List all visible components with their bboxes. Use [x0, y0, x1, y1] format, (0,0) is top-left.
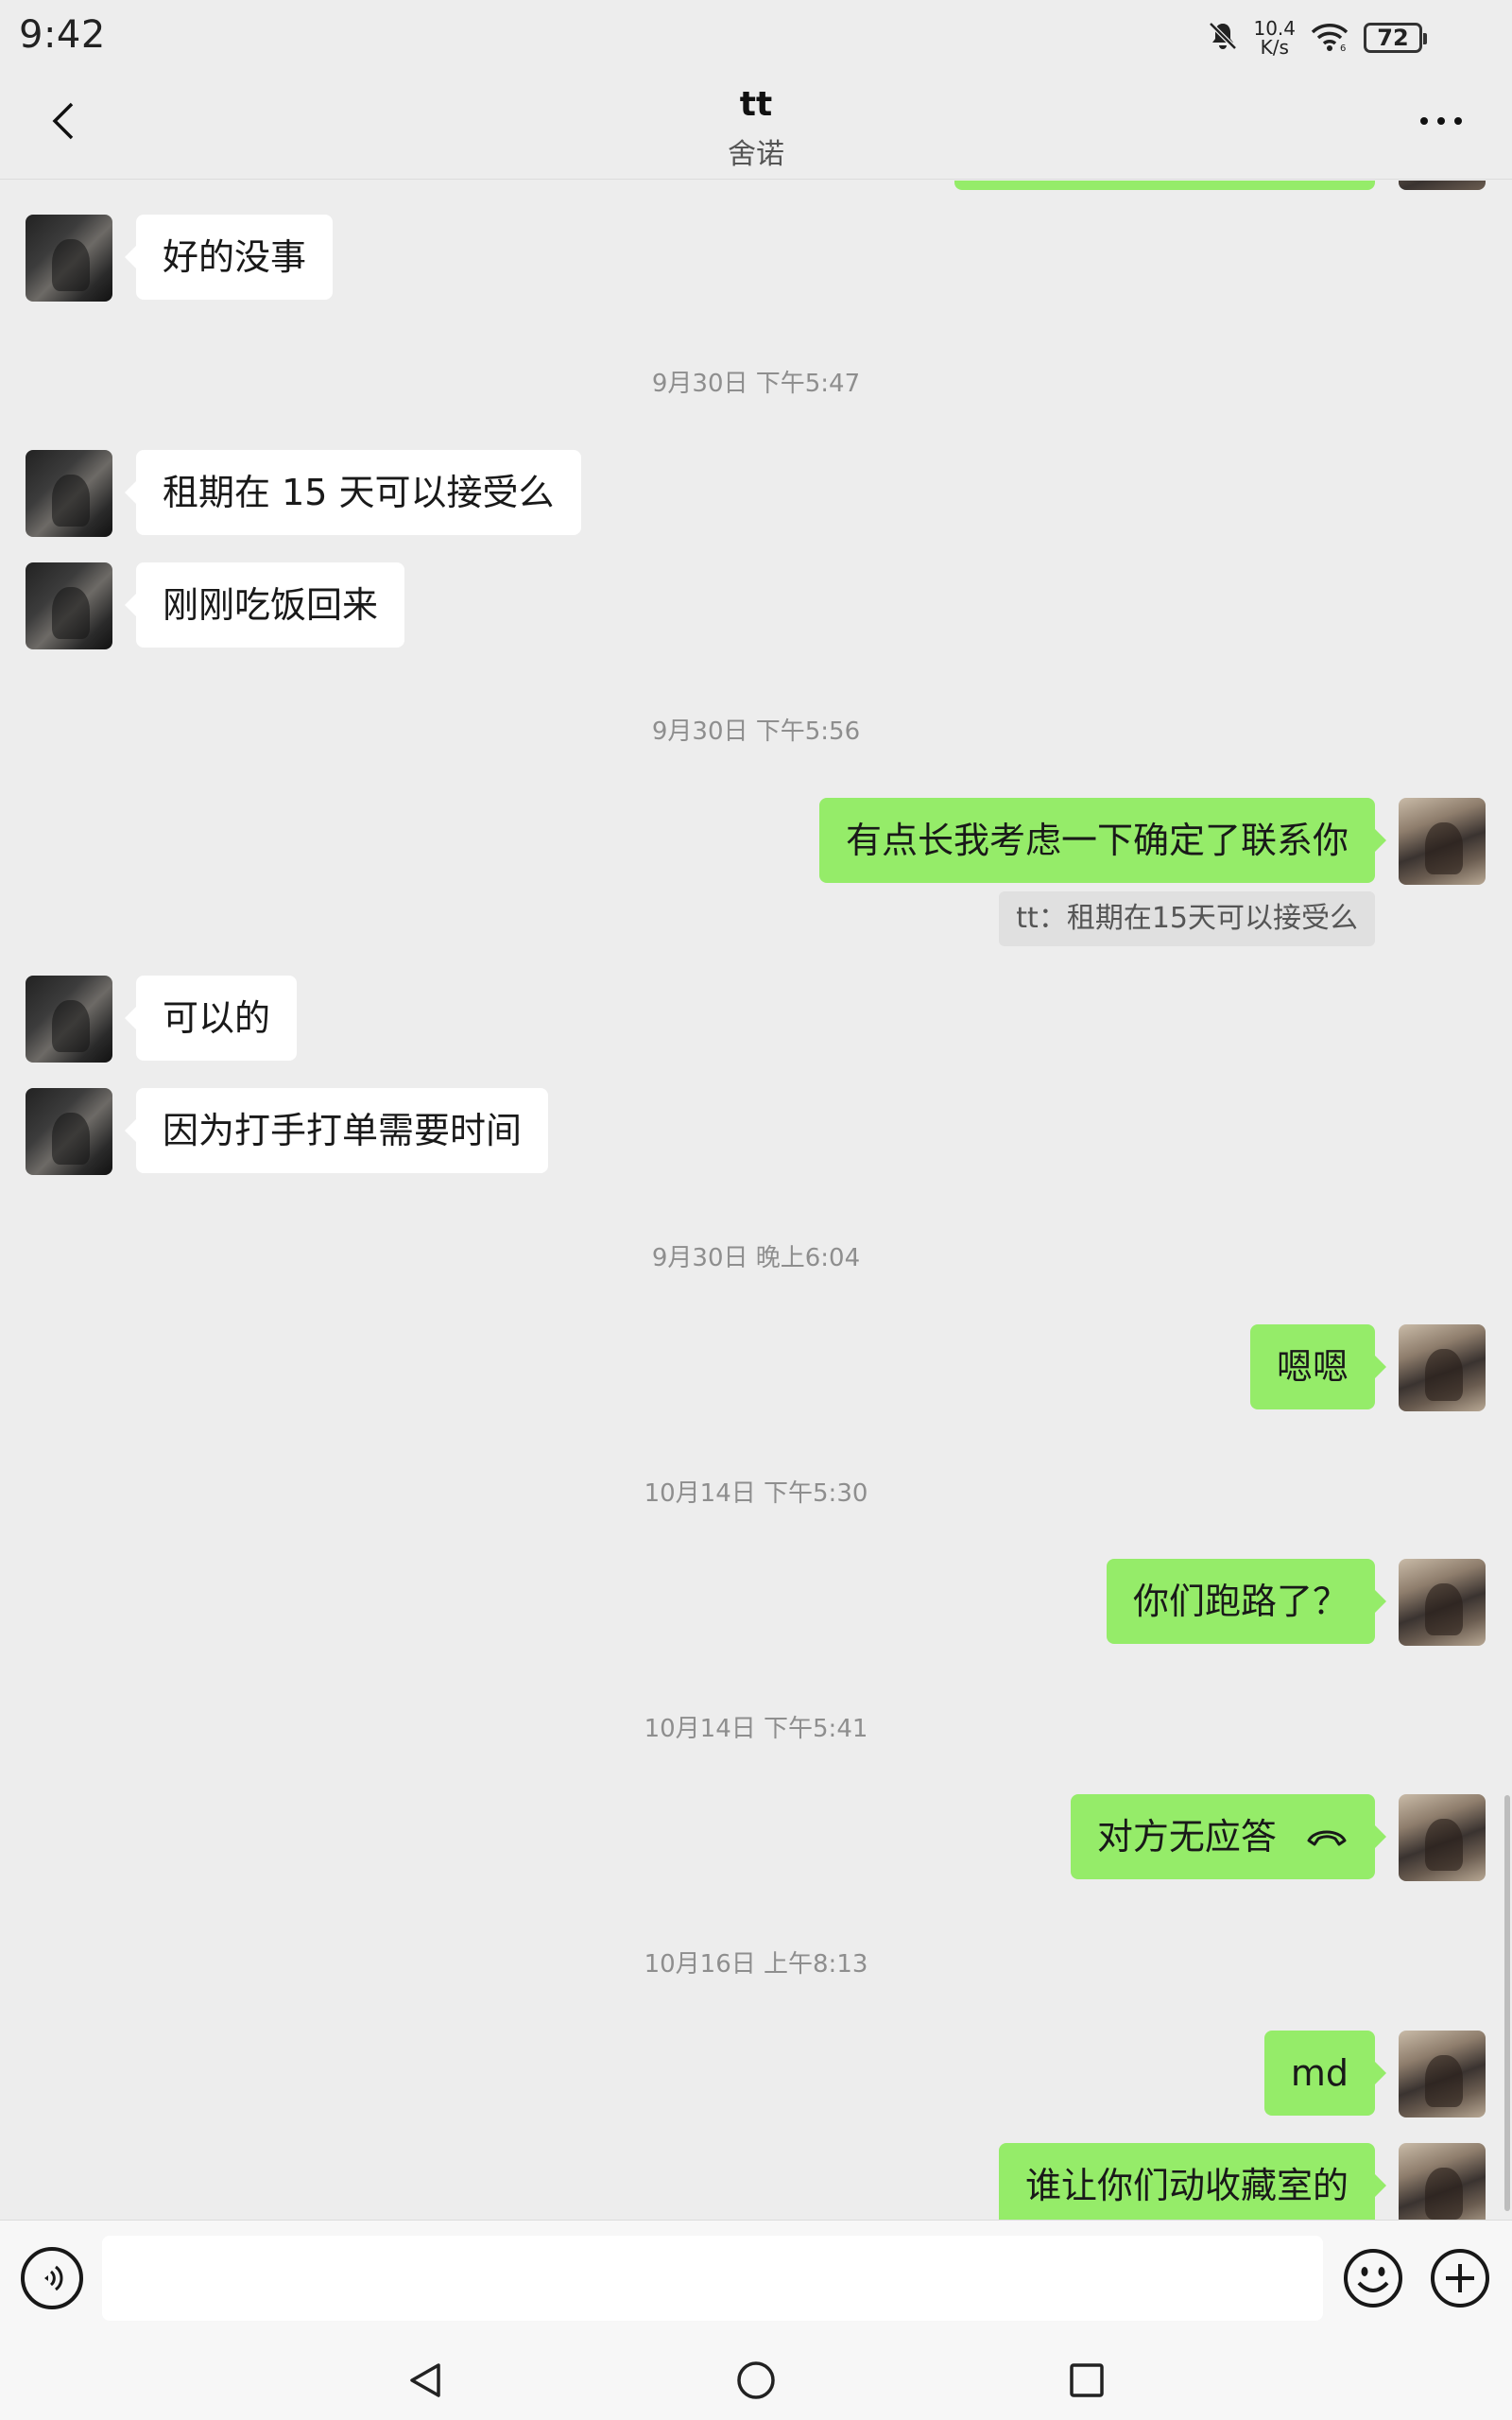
- chat-subtitle: 舍诺: [728, 138, 784, 171]
- input-bar: [0, 2220, 1512, 2339]
- nav-recents-icon: [1070, 2363, 1104, 2397]
- call-record-text: 对方无应答: [1096, 1816, 1277, 1858]
- call-record-bubble[interactable]: 对方无应答: [1070, 1794, 1387, 1879]
- avatar-self[interactable]: [1399, 2031, 1486, 2118]
- avatar-peer[interactable]: [26, 215, 112, 302]
- net-speed-value: 10.4: [1253, 17, 1296, 40]
- quoted-message[interactable]: tt：租期在15天可以接受么: [999, 891, 1375, 946]
- chat-title: tt: [739, 85, 773, 124]
- avatar-peer[interactable]: [26, 562, 112, 649]
- message-bubble[interactable]: 你们跑路了？: [1106, 1559, 1387, 1644]
- avatar-self[interactable]: [1399, 1794, 1486, 1881]
- avatar-self[interactable]: [1399, 798, 1486, 885]
- nav-recents-button[interactable]: [1058, 2352, 1115, 2409]
- chat-screen: 9:42 10.4 K/s 6 72 tt 舍诺 好的没事 9月30日 下午5:…: [0, 0, 1512, 2420]
- timestamp: 10月14日 下午5:41: [644, 1715, 868, 1743]
- message-list[interactable]: 好的没事 9月30日 下午5:47 租期在 15 天可以接受么 刚刚吃饭回来 9…: [0, 181, 1512, 2220]
- emoji-icon: [1344, 2249, 1402, 2308]
- timestamp: 9月30日 下午5:47: [651, 370, 861, 398]
- message-bubble[interactable]: 刚刚吃饭回来: [124, 562, 405, 648]
- hangup-phone-icon: [1307, 1830, 1347, 1845]
- system-nav-bar: [0, 2339, 1512, 2420]
- more-dots-icon: [1420, 117, 1462, 125]
- svg-text:6: 6: [1340, 43, 1346, 53]
- message-bubble[interactable]: 好的没事: [124, 215, 334, 300]
- net-speed: 10.4 K/s: [1253, 19, 1296, 57]
- plus-icon: [1431, 2249, 1489, 2308]
- timestamp: 10月14日 下午5:30: [644, 1479, 868, 1508]
- wifi-icon: 6: [1309, 19, 1350, 57]
- emoji-button[interactable]: [1342, 2247, 1404, 2309]
- message-bubble-partial[interactable]: [954, 181, 1375, 190]
- avatar-peer[interactable]: [26, 1088, 112, 1175]
- nav-home-icon: [737, 2361, 775, 2399]
- avatar-self[interactable]: [1399, 1559, 1486, 1646]
- nav-back-button[interactable]: [397, 2352, 454, 2409]
- message-bubble[interactable]: 可以的: [124, 976, 298, 1061]
- message-bubble[interactable]: 租期在 15 天可以接受么: [125, 450, 581, 535]
- message-input[interactable]: [102, 2236, 1323, 2321]
- mute-bell-icon: [1206, 19, 1240, 57]
- message-bubble[interactable]: md: [1263, 2031, 1387, 2116]
- voice-button[interactable]: [21, 2247, 83, 2309]
- more-button[interactable]: [1408, 95, 1474, 147]
- battery-icon: 72: [1364, 23, 1427, 53]
- message-bubble[interactable]: 谁让你们动收藏室的: [998, 2143, 1387, 2220]
- status-bar: 9:42 10.4 K/s 6 72: [0, 0, 1512, 76]
- timestamp: 10月16日 上午8:13: [644, 1950, 868, 1979]
- status-icons: 10.4 K/s 6 72: [1206, 15, 1427, 60]
- message-bubble[interactable]: 嗯嗯: [1249, 1324, 1387, 1409]
- message-bubble[interactable]: 因为打手打单需要时间: [124, 1088, 549, 1173]
- avatar-peer[interactable]: [26, 976, 112, 1063]
- avatar-self[interactable]: [1399, 2143, 1486, 2220]
- timestamp: 9月30日 下午5:56: [651, 717, 861, 746]
- avatar-self[interactable]: [1399, 1324, 1486, 1411]
- nav-back-icon: [410, 2363, 440, 2397]
- chat-header: tt 舍诺: [0, 76, 1512, 180]
- timestamp: 9月30日 晚上6:04: [651, 1244, 861, 1272]
- scrollbar[interactable]: [1504, 1795, 1510, 2211]
- status-time: 9:42: [19, 13, 106, 57]
- avatar-peer[interactable]: [26, 450, 112, 537]
- nav-home-button[interactable]: [728, 2352, 784, 2409]
- message-bubble[interactable]: 有点长我考虑一下确定了联系你: [818, 798, 1387, 883]
- net-speed-unit: K/s: [1260, 36, 1289, 59]
- voice-icon: [44, 2265, 63, 2291]
- plus-button[interactable]: [1429, 2247, 1491, 2309]
- avatar-self[interactable]: [1399, 181, 1486, 190]
